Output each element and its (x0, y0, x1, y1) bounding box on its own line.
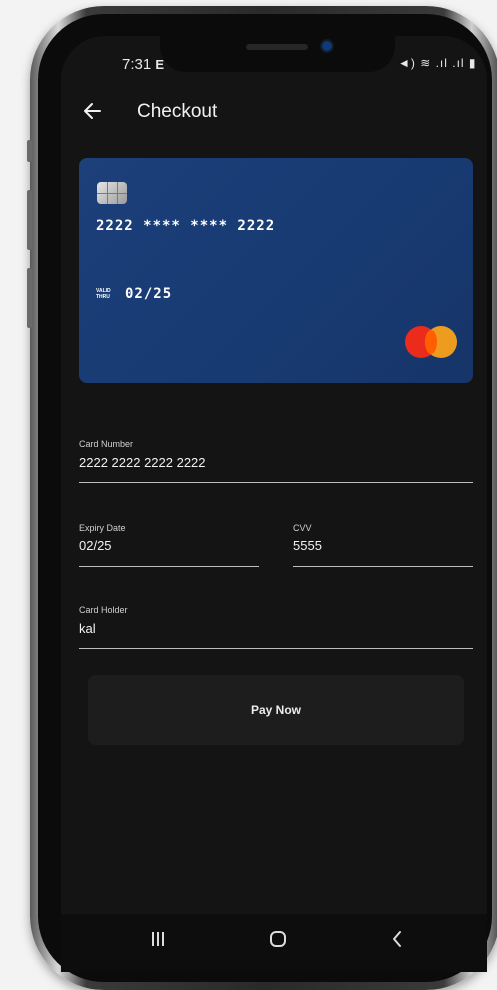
back-chevron-icon[interactable] (390, 930, 404, 948)
expiry-date-underline (79, 566, 259, 567)
card-chip-icon (97, 182, 127, 204)
cvv-input[interactable]: 5555 (293, 538, 322, 553)
expiry-date-input[interactable]: 02/25 (79, 538, 112, 553)
recents-icon[interactable] (150, 932, 166, 946)
notification-icon: E (155, 57, 165, 72)
status-icons: ◄) ≋ .ıl .ıl ▮ (398, 56, 477, 70)
volume-up-button (27, 190, 32, 250)
card-number-masked: 2222 **** **** 2222 (96, 218, 276, 234)
status-time: 7:31 E (122, 56, 165, 73)
cvv-label: CVV (293, 523, 312, 533)
expiry-date-label: Expiry Date (79, 523, 126, 533)
home-icon[interactable] (270, 931, 286, 947)
mastercard-logo-overlap (425, 330, 437, 354)
arrow-left-icon[interactable] (80, 98, 106, 124)
mute-switch (27, 140, 32, 162)
speaker-grille (246, 44, 308, 50)
valid-thru-label: VALID THRU (96, 288, 111, 300)
card-number-underline (79, 482, 473, 483)
pay-now-label: Pay Now (250, 703, 301, 717)
card-holder-input[interactable]: kal (79, 621, 96, 636)
notch (160, 30, 395, 72)
card-expiry: 02/25 (125, 286, 173, 302)
front-camera (322, 41, 332, 51)
page-title: Checkout (137, 101, 218, 122)
pay-now-button[interactable]: Pay Now (88, 675, 464, 745)
card-holder-label: Card Holder (79, 605, 128, 615)
credit-card-preview: 2222 **** **** 2222 VALID THRU 02/25 (79, 158, 473, 383)
card-number-input[interactable]: 2222 2222 2222 2222 (79, 455, 206, 470)
cvv-underline (293, 566, 473, 567)
card-holder-underline (79, 648, 473, 649)
card-number-label: Card Number (79, 439, 134, 449)
volume-down-button (27, 268, 32, 328)
